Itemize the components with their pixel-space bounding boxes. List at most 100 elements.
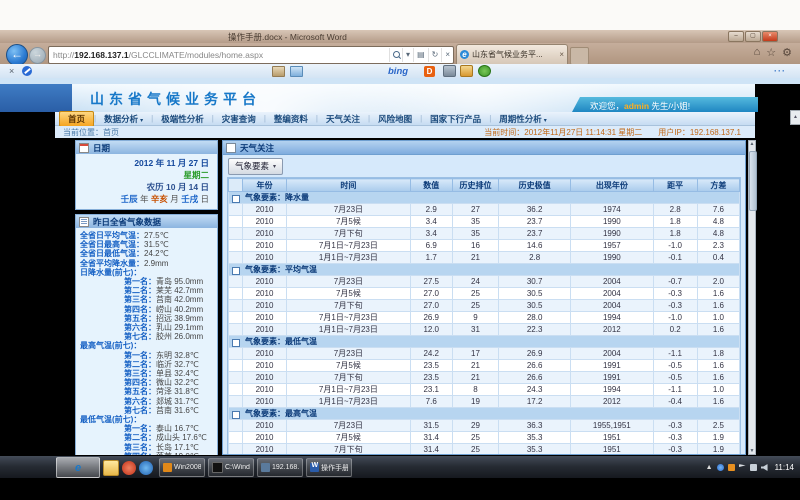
table-row[interactable]: 20107月下旬23.52126.61991-0.51.6 [229,372,740,384]
table-row[interactable]: 20107月23日31.52936.31955,1951-0.32.5 [229,420,740,432]
maximize-button[interactable]: ▢ [745,31,761,42]
player-app-icon[interactable] [139,461,153,475]
scrollbar-thumb[interactable] [749,151,757,211]
minimize-button[interactable]: – [728,31,744,42]
reader-card-icon[interactable] [272,66,285,77]
back-button[interactable]: ← [6,44,28,66]
address-bar[interactable]: http://192.168.137.1/GLCCLIMATE/modules/… [48,46,454,64]
table-group-row[interactable]: 气象要素：最高气温 [229,408,740,420]
forward-button[interactable]: → [29,47,46,64]
mail-icon[interactable] [290,66,303,77]
row-expand-cell [229,276,243,288]
volume-icon[interactable] [761,464,768,471]
table-row[interactable]: 20107月1日~7月23日23.1824.31994-1.11.0 [229,384,740,396]
expand-checkbox[interactable] [232,411,240,419]
close-button[interactable]: × [762,31,778,42]
table-group-row[interactable]: 气象要素：平均气温 [229,264,740,276]
search-dropdown-icon[interactable]: ▾ [402,48,413,62]
table-row[interactable]: 20101月1日~7月23日12.03122.320120.21.6 [229,324,740,336]
nav-item-2[interactable]: 极端性分析 [153,112,212,126]
messenger-globe-icon[interactable] [717,464,724,471]
page-scrollbar[interactable]: ▲ ▼ [748,140,756,455]
table-row[interactable]: 20107月下旬27.02530.52004-0.31.6 [229,300,740,312]
taskbar-button-vm[interactable]: Win2008 (VS2... [159,458,205,477]
expand-checkbox[interactable] [232,339,240,347]
explorer-folder-icon[interactable] [103,460,119,476]
table-group-row[interactable]: 气象要素：最低气温 [229,336,740,348]
table-cell: 2.9 [410,204,452,216]
table-cell: 22.3 [499,324,571,336]
table-row[interactable]: 20107月5候27.02530.52004-0.31.6 [229,288,740,300]
table-row[interactable]: 20101月1日~7月23日7.61917.22012-0.41.6 [229,396,740,408]
table-row[interactable]: 20101月1日~7月23日1.7212.81990-0.10.4 [229,252,740,264]
nav-item-5[interactable]: 天气关注 [318,112,368,126]
scroll-up-icon[interactable]: ▲ [749,141,755,147]
taskbar-button-cmd[interactable]: C:\Windows\s... [208,458,254,477]
table-row[interactable]: 20107月1日~7月23日26.9928.01994-1.01.0 [229,312,740,324]
nav-item-8[interactable]: 周期性分析▾ [491,112,555,126]
compatibility-view-icon[interactable]: ▤ [413,48,428,62]
flag-icon[interactable] [739,464,746,471]
table-cell: 1.9 [697,444,739,456]
table-cell: 31 [452,324,498,336]
table-row[interactable]: 20107月23日24.21726.92004-1.11.8 [229,348,740,360]
home-icon[interactable]: ⌂ [754,46,761,59]
plugin-clover-icon[interactable] [478,65,491,77]
table-cell: 36.2 [499,204,571,216]
nav-item-3[interactable]: 灾害查询 [214,112,264,126]
taskbar-button-label: Win2008 (VS2... [174,464,201,471]
hidden-icons-arrow[interactable]: ▲ [706,464,713,471]
expand-checkbox[interactable] [232,267,240,275]
stop-icon[interactable]: × [441,48,453,62]
table-header-col-7: 方差 [697,179,739,192]
settings-gear-icon[interactable]: ⚙ [782,46,792,59]
tools-icon[interactable] [460,65,473,77]
scroll-down-icon[interactable]: ▼ [749,448,755,454]
table-cell: 2010 [242,288,286,300]
table-row[interactable]: 20107月1日~7月23日6.91614.61957-1.02.3 [229,240,740,252]
bing-logo[interactable]: bing [388,66,408,77]
table-row[interactable]: 20107月下旬3.43523.719901.84.8 [229,228,740,240]
nav-item-6[interactable]: 风险地图 [370,112,420,126]
table-cell: 1951 [571,432,653,444]
browser-tab[interactable]: e 山东省气候业务平... × [456,44,568,64]
snapshot-icon[interactable] [443,65,456,77]
favorites-star-icon[interactable]: ☆ [766,46,776,59]
table-cell: 23.1 [410,384,452,396]
taskbar-active-ie-button[interactable]: e [56,457,100,478]
table-group-row[interactable]: 气象要素：降水量 [229,192,740,204]
new-tab-button[interactable] [570,47,589,65]
element-selector-button[interactable]: 气象要素 ▾ [228,158,283,175]
row-expand-cell [229,372,243,384]
table-row[interactable]: 20107月23日2.92736.219742.87.6 [229,204,740,216]
nav-item-1[interactable]: 数据分析▾ [96,112,151,126]
taskbar-button-word[interactable]: 操作手册.docx ... [306,458,352,477]
table-row[interactable]: 20107月5候3.43523.719901.84.8 [229,216,740,228]
table-row[interactable]: 20107月5候31.42535.31951-0.31.9 [229,432,740,444]
table-row[interactable]: 20107月5候23.52126.61991-0.51.6 [229,360,740,372]
row-expand-cell [229,228,243,240]
expand-checkbox[interactable] [232,195,240,203]
refresh-icon[interactable]: ↻ [428,48,442,62]
download-badge-icon[interactable]: D [424,66,435,77]
browser-scroll-up-icon[interactable]: ▲ [790,110,800,125]
nav-item-7[interactable]: 国家下行产品 [422,112,489,126]
rain-rank-row-label: 第一名： [124,277,156,286]
taskbar-button-remote[interactable]: 192.168.14.99... [257,458,303,477]
nav-item-label: 整编资料 [274,114,308,124]
action-center-icon[interactable] [728,464,735,471]
close-toolbar-icon[interactable]: × [9,66,14,76]
nav-item-0[interactable]: 首页 [59,111,94,127]
taskbar-clock[interactable]: 11:14 [775,463,794,472]
blocked-content-icon[interactable] [22,66,32,76]
network-icon[interactable] [750,464,757,471]
overflow-menu-icon[interactable]: ··· [774,66,786,76]
search-icon[interactable] [389,48,402,62]
tab-close-icon[interactable]: × [557,50,564,59]
url-text[interactable]: http://192.168.137.1/GLCCLIMATE/modules/… [49,50,389,60]
nav-item-4[interactable]: 整编资料 [266,112,316,126]
media-app-icon[interactable] [122,461,136,475]
table-row[interactable]: 20107月23日27.52430.72004-0.72.0 [229,276,740,288]
table-header-col-0: 年份 [242,179,286,192]
table-row[interactable]: 20107月下旬31.42535.31951-0.31.9 [229,444,740,456]
